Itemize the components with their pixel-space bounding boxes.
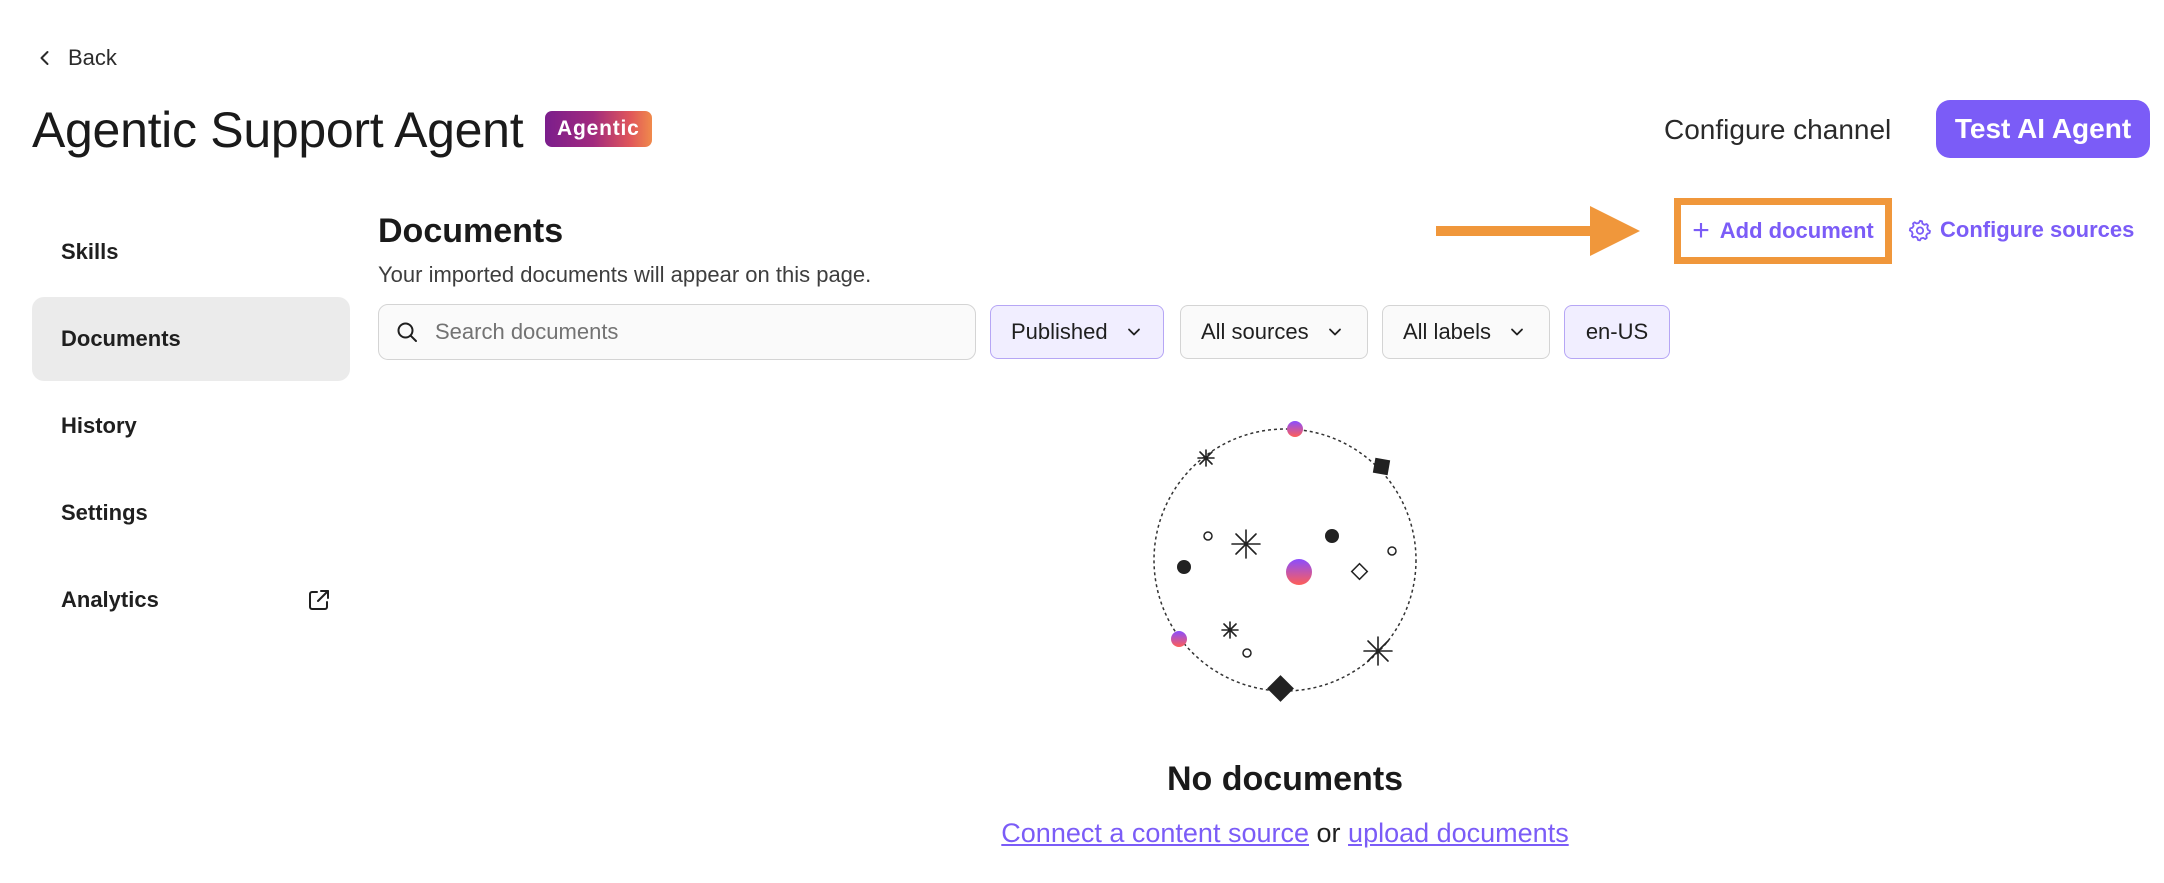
configure-sources-button[interactable]: Configure sources [1908,214,2134,246]
sidebar-item-label: Skills [61,239,119,264]
chevron-down-icon [1328,328,1341,336]
test-ai-agent-button[interactable]: Test AI Agent [1936,100,2150,158]
empty-state-message: Connect a content source or upload docum… [0,818,2164,849]
empty-state-title: No documents [1166,760,1404,798]
configure-sources-label: Configure sources [1940,217,2135,242]
back-link[interactable]: Back [36,40,117,76]
gear-icon [1908,219,1931,242]
sources-filter-value: All sources [1201,319,1309,344]
agentic-badge: Agentic [545,111,652,147]
sidebar-item-documents[interactable]: Documents [32,297,350,381]
upload-documents-link[interactable]: upload documents [1348,818,1569,848]
back-label: Back [68,45,117,70]
sidebar-item-history[interactable]: History [32,384,350,468]
labels-filter-value: All labels [1403,319,1492,344]
status-filter-value: Published [1011,319,1108,344]
sidebar-item-label: Documents [61,326,181,351]
documents-subtitle: Your imported documents will appear on t… [378,262,872,287]
sidebar-item-skills[interactable]: Skills [32,210,350,294]
language-filter-value: en-US [1585,319,1649,344]
sources-filter-dropdown[interactable]: All sources [1180,305,1368,359]
connect-content-source-link[interactable]: Connect a content source [1001,818,1309,848]
chevron-left-icon [40,51,49,65]
search-input[interactable] [435,319,955,345]
add-document-highlight: + Add document [1674,198,1892,264]
labels-filter-dropdown[interactable]: All labels [1382,305,1550,359]
chevron-down-icon [1127,328,1140,336]
chevron-down-icon [1511,328,1523,336]
search-box[interactable] [378,304,976,360]
external-link-icon [309,590,329,610]
status-filter-dropdown[interactable]: Published [990,305,1164,359]
add-document-button[interactable]: + Add document [1692,216,1874,246]
documents-heading: Documents [378,212,564,250]
sidebar-item-label: Analytics [61,587,159,612]
empty-state-illustration [1153,421,1417,702]
sidebar-item-label: Settings [61,500,148,525]
empty-connector-text: or [1316,818,1341,848]
annotation-arrow-icon [1436,206,1640,256]
sidebar-item-settings[interactable]: Settings [32,471,350,555]
sidebar-item-analytics[interactable]: Analytics [32,558,350,642]
search-icon [397,322,417,342]
add-document-label: Add document [1719,218,1874,243]
sidebar-item-label: History [61,413,137,438]
page-title: Agentic Support Agent [32,102,524,158]
language-filter-chip[interactable]: en-US [1564,305,1670,359]
sidebar-nav: Skills Documents History Settings Analyt… [32,210,350,645]
configure-channel-button[interactable]: Configure channel [1640,104,1915,156]
plus-icon: + [1692,214,1710,247]
